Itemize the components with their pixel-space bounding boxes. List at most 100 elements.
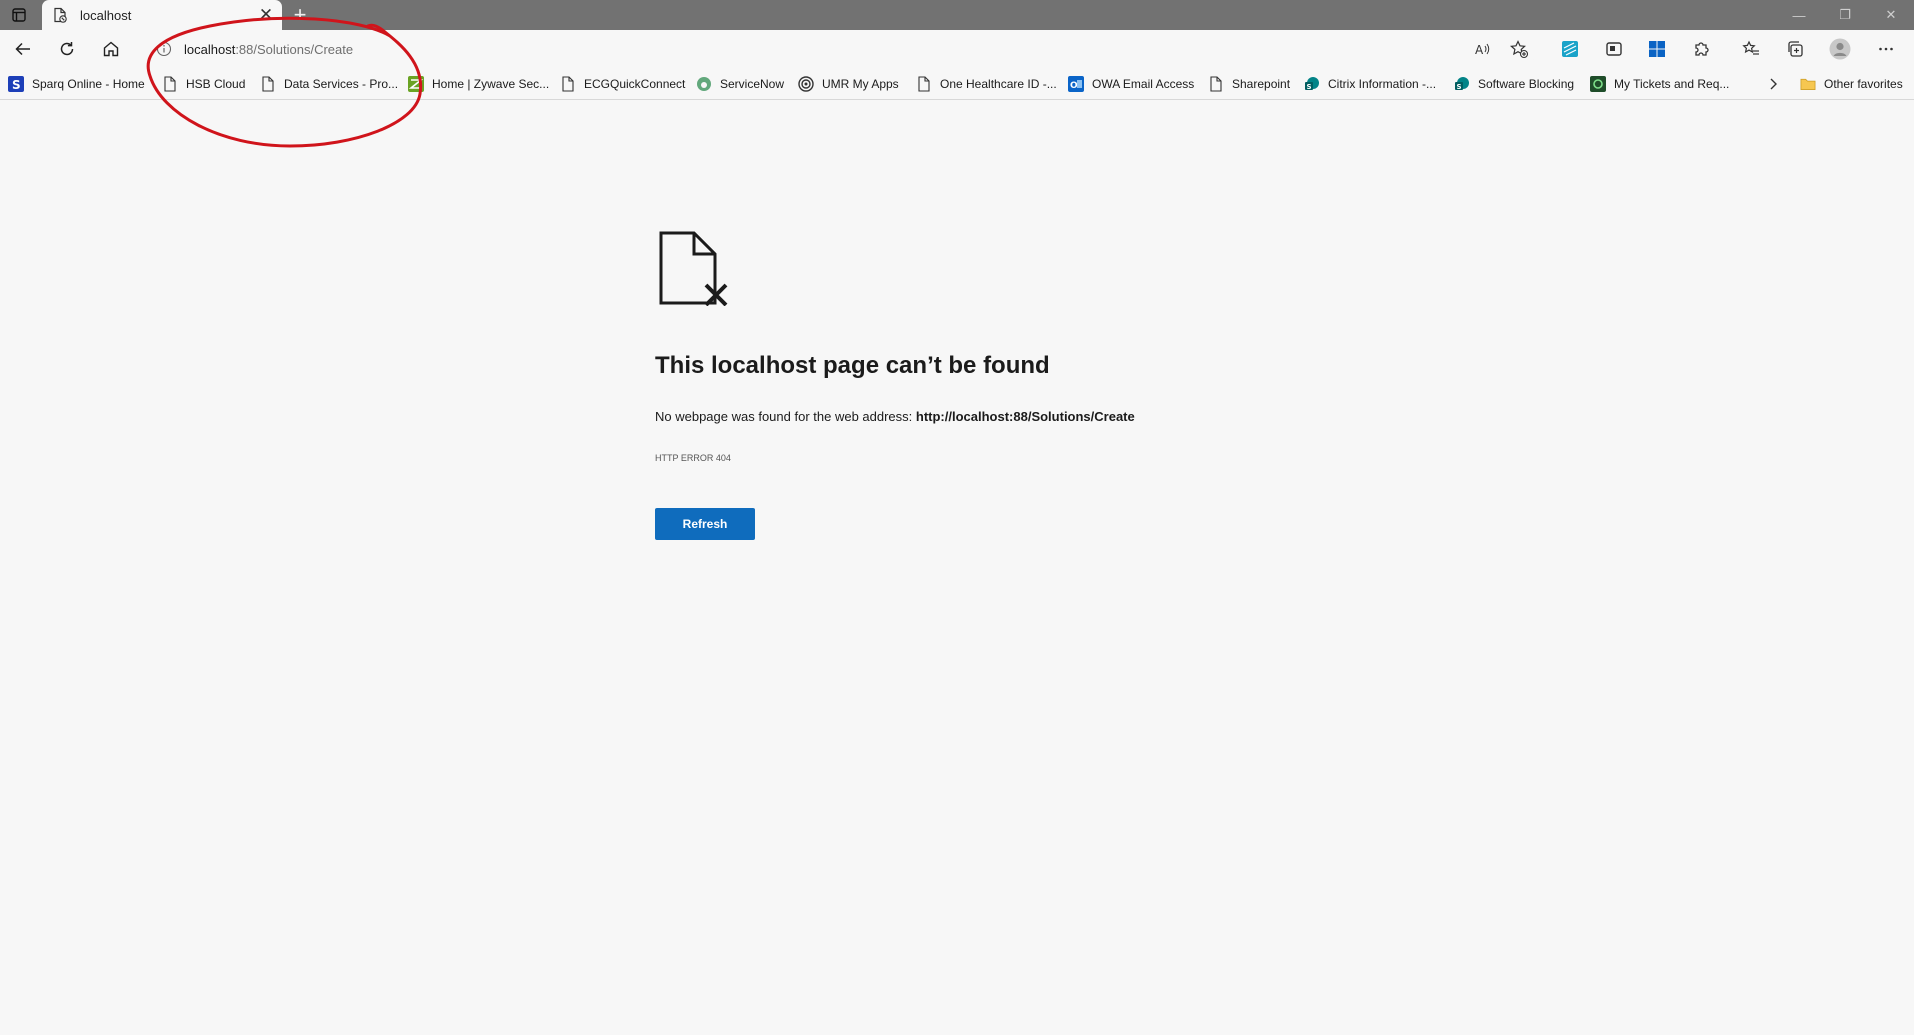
read-aloud-button[interactable]: A [1469, 35, 1497, 63]
error-desc-text: No webpage was found for the web address… [655, 409, 916, 424]
error-title: This localhost page can’t be found [655, 352, 1050, 379]
tab-title: localhost [80, 7, 132, 23]
more-dots-icon [1879, 47, 1893, 51]
add-favorite-button[interactable] [1505, 35, 1533, 63]
favorite-label: Software Blocking [1478, 77, 1575, 91]
tab-actions-button[interactable] [6, 3, 32, 27]
browser-toolbar: localhost:88/Solutions/Create A [0, 30, 1914, 68]
favorite-item[interactable]: Sharepoint [1208, 74, 1290, 94]
favorite-label: UMR My Apps [822, 77, 899, 91]
window-close-icon[interactable]: ✕ [1868, 0, 1914, 30]
address-url[interactable]: localhost:88/Solutions/Create [184, 42, 353, 57]
window-controls: — ❐ ✕ [1776, 0, 1914, 30]
favorite-label: One Healthcare ID -... [940, 77, 1057, 91]
restore-icon[interactable]: ❐ [1822, 0, 1868, 30]
reload-button[interactable] [53, 35, 81, 63]
svg-text:S: S [12, 78, 21, 92]
home-icon [103, 41, 119, 57]
favorites-button[interactable] [1737, 35, 1765, 63]
collections-icon [1788, 41, 1803, 57]
other-favorites-folder[interactable]: Other favorites [1800, 74, 1903, 94]
svg-text:A: A [1475, 43, 1484, 57]
favorite-label: Citrix Information -... [1328, 77, 1437, 91]
windows-grid-icon [1649, 41, 1665, 57]
tab-localhost[interactable]: localhost ✕ [42, 0, 282, 30]
home-button[interactable] [97, 35, 125, 63]
sharepoint-icon: S [1304, 76, 1320, 92]
puzzle-icon [1695, 42, 1709, 56]
favorite-label: ECGQuickConnect [584, 77, 686, 91]
minimize-icon[interactable]: — [1776, 0, 1822, 30]
tickets-icon [1590, 76, 1606, 92]
favorites-bar: S Sparq Online - Home HSB Cloud Data Ser… [0, 68, 1914, 100]
sparq-icon: S [8, 76, 24, 92]
reload-icon [60, 42, 74, 56]
chevron-right-icon [1770, 78, 1777, 90]
favorite-label: HSB Cloud [186, 77, 246, 91]
zywave-icon [408, 76, 424, 92]
favorite-item[interactable]: S Citrix Information -... [1304, 74, 1436, 94]
page-icon [162, 76, 178, 92]
refresh-button[interactable]: Refresh [655, 508, 755, 540]
error-url: http://localhost:88/Solutions/Create [915, 409, 1135, 424]
star-add-icon [1509, 40, 1529, 59]
favorite-label: Sharepoint [1232, 77, 1291, 91]
favorite-label: Sparq Online - Home [32, 77, 145, 91]
tab-close-icon[interactable]: ✕ [256, 5, 276, 25]
url-path: :88/Solutions/Create [235, 41, 354, 57]
extension-box-icon [1606, 42, 1622, 56]
new-tab-button[interactable]: + [287, 2, 313, 28]
page-error-favicon-icon [52, 7, 68, 23]
favorites-list-icon [1742, 40, 1759, 55]
servicenow-icon [696, 76, 712, 92]
umr-icon [798, 76, 814, 92]
collections-button[interactable] [1781, 35, 1809, 63]
favorite-label: Home | Zywave Sec... [432, 77, 550, 91]
favorite-item[interactable]: Home | Zywave Sec... [408, 74, 549, 94]
read-aloud-icon: A [1475, 43, 1490, 57]
page-icon [260, 76, 276, 92]
svg-text:O: O [1070, 81, 1078, 91]
back-button[interactable] [9, 35, 37, 63]
extensions-button[interactable] [1687, 35, 1715, 63]
error-code: HTTP ERROR 404 [655, 453, 731, 463]
extension-3-button[interactable] [1643, 35, 1671, 63]
back-arrow-icon [15, 42, 30, 56]
sharepoint-icon: S [1454, 76, 1470, 92]
avatar-icon [1829, 38, 1851, 60]
favorite-label: Data Services - Pro... [284, 77, 399, 91]
svg-text:S: S [1307, 83, 1312, 91]
outlook-icon: O [1068, 76, 1084, 92]
favorites-overflow-button[interactable] [1768, 74, 1780, 94]
tab-strip: localhost ✕ + — ❐ ✕ [0, 0, 1914, 30]
favorite-item[interactable]: HSB Cloud [162, 74, 245, 94]
favorite-item[interactable]: S Software Blocking [1454, 74, 1574, 94]
folder-icon [1800, 76, 1816, 92]
other-favorites-label: Other favorites [1824, 77, 1903, 91]
favorite-item[interactable]: ServiceNow [696, 74, 784, 94]
tab-actions-icon [12, 8, 26, 22]
profile-button[interactable] [1826, 35, 1854, 63]
site-info-icon[interactable] [156, 41, 172, 57]
extension-1-button[interactable] [1556, 35, 1584, 63]
page-not-found-icon [659, 231, 728, 306]
favorite-item[interactable]: One Healthcare ID -... [916, 74, 1057, 94]
favorite-item[interactable]: S Sparq Online - Home [8, 74, 145, 94]
favorite-item[interactable]: My Tickets and Req... [1590, 74, 1729, 94]
page-icon [1208, 76, 1224, 92]
favorite-item[interactable]: O OWA Email Access [1068, 74, 1194, 94]
favorite-item[interactable]: ECGQuickConnect [560, 74, 685, 94]
favorite-item[interactable]: UMR My Apps [798, 74, 899, 94]
extension-2-button[interactable] [1600, 35, 1628, 63]
page-icon [916, 76, 932, 92]
settings-more-button[interactable] [1872, 35, 1900, 63]
page-icon [560, 76, 576, 92]
extension-lines-icon [1562, 41, 1578, 57]
favorite-label: ServiceNow [720, 77, 785, 91]
favorite-label: OWA Email Access [1092, 77, 1195, 91]
favorite-label: My Tickets and Req... [1614, 77, 1730, 91]
favorite-item[interactable]: Data Services - Pro... [260, 74, 398, 94]
svg-text:S: S [1457, 83, 1462, 91]
error-description: No webpage was found for the web address… [655, 409, 1135, 424]
address-bar[interactable]: localhost:88/Solutions/Create [148, 34, 1538, 64]
